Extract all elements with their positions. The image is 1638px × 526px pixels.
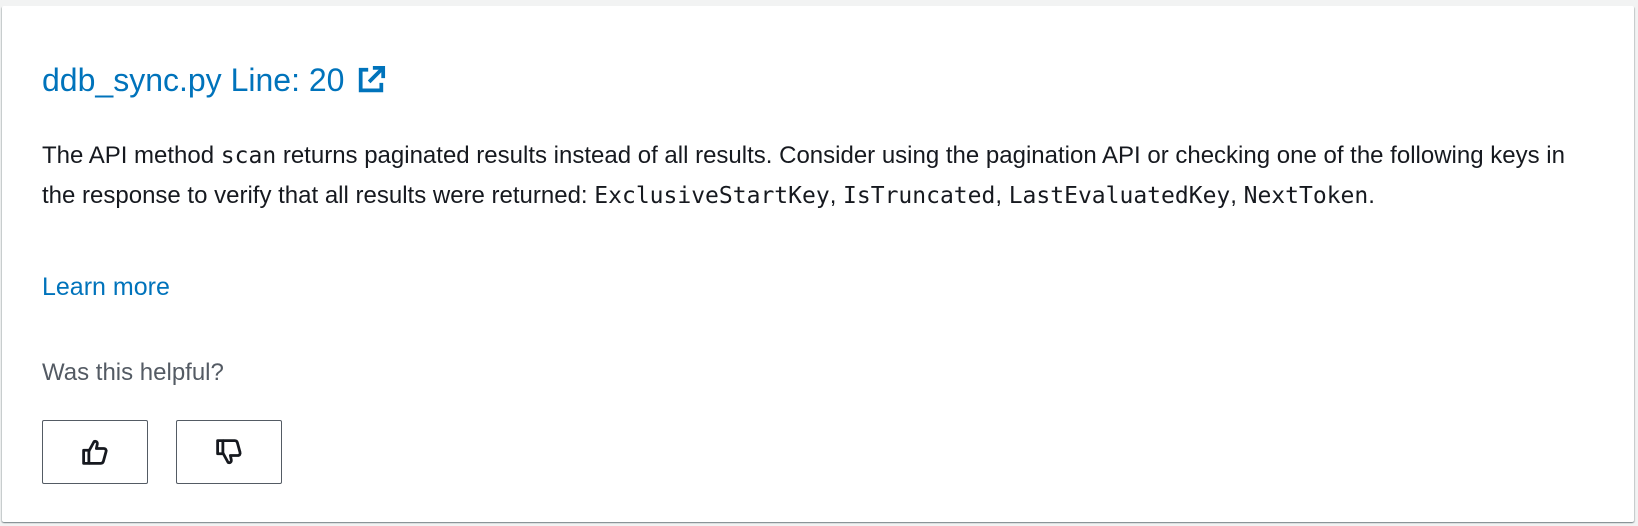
thumbs-down-icon: [216, 439, 242, 465]
inline-code: NextToken: [1243, 183, 1369, 209]
inline-code: scan: [220, 143, 277, 169]
description-text: The API method: [42, 142, 221, 169]
external-link-icon: [356, 65, 386, 95]
thumbs-up-icon: [82, 439, 108, 465]
description-text: ,: [1230, 182, 1244, 209]
inline-code: ExclusiveStartKey: [594, 183, 830, 209]
finding-card: ddb_sync.py Line: 20 The API method scan…: [2, 6, 1634, 522]
finding-description: The API method scan returns paginated re…: [42, 136, 1582, 216]
description-text: .: [1368, 182, 1375, 209]
description-text: ,: [829, 182, 844, 209]
description-text: ,: [995, 182, 1009, 209]
finding-title-link[interactable]: ddb_sync.py Line: 20: [42, 60, 386, 100]
learn-more-link[interactable]: Learn more: [42, 270, 170, 304]
inline-code: LastEvaluatedKey: [1008, 183, 1231, 209]
finding-title: ddb_sync.py Line: 20: [42, 62, 345, 98]
thumbs-up-button[interactable]: [42, 420, 148, 484]
thumbs-down-button[interactable]: [176, 420, 282, 484]
inline-code: IsTruncated: [843, 183, 996, 209]
helpful-question: Was this helpful?: [42, 359, 224, 386]
